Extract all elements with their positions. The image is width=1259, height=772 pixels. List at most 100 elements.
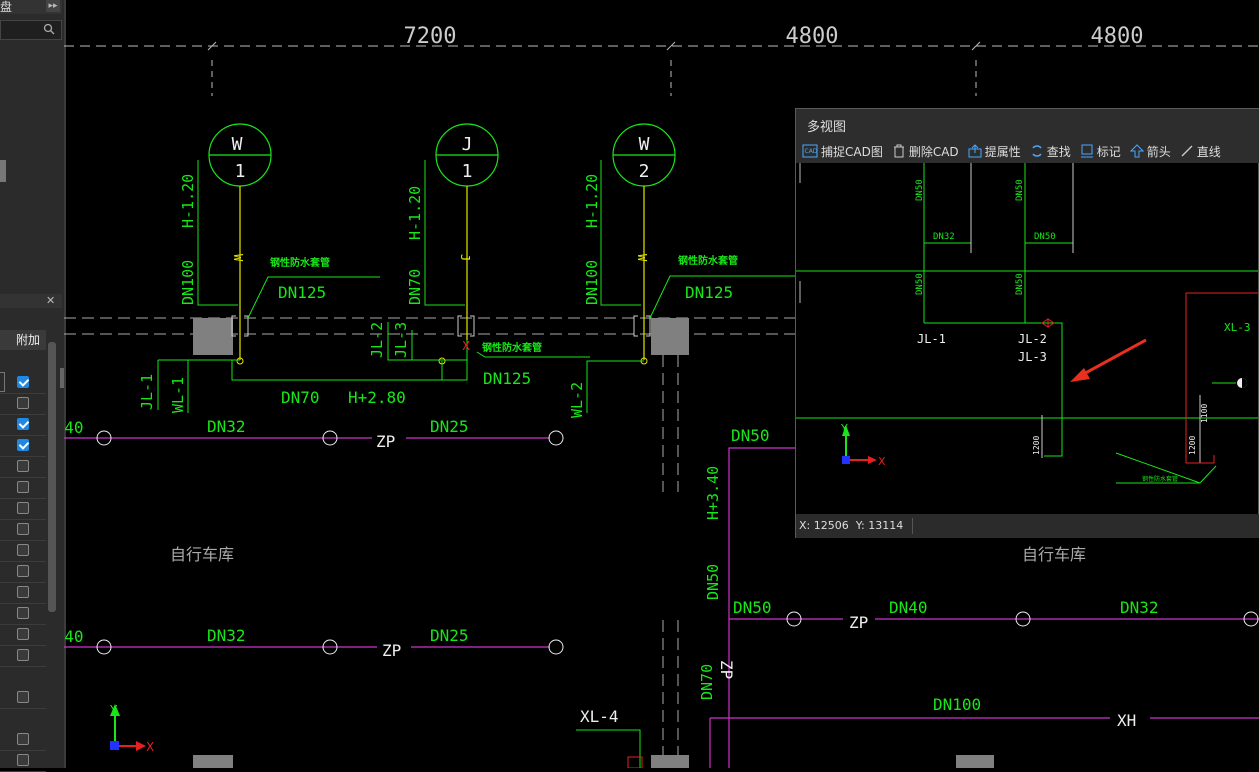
multiview-toolbar: CAD 捕捉CAD图 删除CAD 提属性 查找 标记 箭头 直线 — [796, 139, 1259, 163]
dimension-label: 1100 — [1200, 404, 1209, 423]
elevation-label: H-1.20 — [179, 174, 197, 228]
pipe-size-label: DN100 — [583, 260, 601, 305]
riser-label: JL-1 — [917, 332, 946, 346]
arrow-button[interactable]: 箭头 — [1129, 143, 1171, 160]
circle-label: W — [232, 134, 243, 155]
expand-icon[interactable]: ▸▸ — [46, 0, 60, 12]
riser-label: JL-3 — [392, 322, 410, 358]
pipe-size-label: DN100 — [933, 695, 981, 714]
dimension-label: 7200 — [404, 24, 457, 49]
pipe-type-label: ZP — [717, 660, 736, 679]
pipe-size-label: DN125 — [483, 369, 531, 388]
layer-checkbox[interactable] — [17, 439, 29, 451]
toolbar-label: 直线 — [1196, 144, 1221, 159]
pipe-size-label: DN50 — [1015, 273, 1025, 295]
layer-checkbox[interactable] — [17, 460, 29, 472]
find-button[interactable]: 查找 — [1030, 143, 1071, 160]
row-divider — [0, 603, 46, 604]
layer-checkbox[interactable] — [17, 481, 29, 493]
layer-checkbox[interactable] — [17, 418, 29, 430]
axis-y-label: Y — [840, 422, 848, 435]
pipe-size-label: DN25 — [430, 417, 469, 436]
sleeve-note: 钢性防水套管 — [270, 256, 330, 269]
multiview-window[interactable]: 多视图 CAD 捕捉CAD图 删除CAD 提属性 查找 标记 箭头 直线 DN5… — [795, 108, 1259, 538]
search-icon[interactable] — [43, 23, 55, 35]
status-separator — [912, 518, 913, 534]
delete-cad-button[interactable]: 删除CAD — [892, 143, 959, 160]
layer-checkbox[interactable] — [17, 544, 29, 556]
pipe-label: W — [635, 254, 649, 262]
coordinate-status: X: 12506 Y: 13114 — [796, 514, 1259, 538]
mark-icon — [1080, 144, 1093, 158]
row-divider — [0, 477, 46, 478]
room-label: 自行车库 — [1022, 545, 1086, 564]
layer-checkbox[interactable] — [17, 523, 29, 535]
layer-checkbox[interactable] — [17, 628, 29, 640]
pipe-size-label: DN50 — [1015, 179, 1025, 201]
layer-checkbox[interactable] — [17, 607, 29, 619]
pipe-size-label: DN125 — [278, 283, 326, 302]
row-divider — [0, 666, 46, 667]
layer-checkbox[interactable] — [17, 733, 29, 745]
row-divider — [0, 540, 46, 541]
ucs-icon: Y X — [840, 422, 886, 468]
ucs-icon: Y X — [109, 703, 154, 754]
close-icon[interactable]: ✕ — [46, 295, 55, 307]
dimension-label: 1200 — [1188, 436, 1197, 455]
pipe-type-label: ZP — [849, 613, 868, 632]
mark-button[interactable]: 标记 — [1080, 143, 1121, 160]
search-input[interactable] — [0, 20, 62, 40]
axis-x-label: X — [878, 455, 886, 468]
layer-checkbox[interactable] — [17, 502, 29, 514]
row-divider — [0, 708, 46, 709]
layer-checkbox[interactable] — [17, 376, 29, 388]
coord-y: Y: 13114 — [855, 519, 904, 532]
layer-checkbox[interactable] — [17, 565, 29, 577]
row-divider — [0, 582, 46, 583]
row-marker — [0, 372, 5, 392]
layer-checkbox[interactable] — [17, 649, 29, 661]
circle-label: 2 — [639, 161, 650, 182]
trash-icon — [893, 144, 904, 158]
row-divider — [0, 624, 46, 625]
extract-property-button[interactable]: 提属性 — [968, 143, 1021, 160]
layer-checkbox[interactable] — [17, 397, 29, 409]
column — [651, 318, 689, 355]
cad-icon: CAD — [802, 144, 818, 158]
row-divider — [0, 414, 46, 415]
pipe-size-label: DN100 — [179, 260, 197, 305]
axis-y-label: Y — [109, 703, 118, 717]
layer-checkbox[interactable] — [17, 586, 29, 598]
layer-checkbox[interactable] — [17, 754, 29, 766]
elevation-label: H+3.40 — [704, 466, 722, 520]
multiview-canvas[interactable]: DN50 DN50 DN50 DN50 DN32 DN50 JL-1 JL-2 … — [796, 163, 1258, 513]
riser-label: JL-1 — [138, 374, 156, 410]
line-button[interactable]: 直线 — [1180, 143, 1221, 160]
riser-label: JL-2 — [368, 322, 386, 358]
column — [651, 755, 689, 768]
room-label: 自行车库 — [170, 545, 234, 564]
toolbar-label: 标记 — [1096, 144, 1121, 159]
pipe-size-label: DN32 — [207, 417, 246, 436]
layer-checkbox[interactable] — [17, 691, 29, 703]
pipe-size-label: DN50 — [731, 426, 770, 445]
pipe-label: W — [231, 254, 245, 262]
pipe-size-label: DN70 — [281, 388, 320, 407]
toolbar-label: 提属性 — [984, 144, 1021, 159]
pipe-size-label: DN40 — [64, 418, 84, 437]
pipe-size-label: DN70 — [406, 269, 424, 305]
panel-scrollbar[interactable] — [48, 342, 56, 612]
column — [193, 318, 233, 355]
row-divider — [0, 435, 46, 436]
coord-x: X: 12506 — [799, 519, 849, 532]
pipe-size-label: DN125 — [685, 283, 733, 302]
riser-label: JL-3 — [1018, 350, 1047, 364]
circle-label: W — [639, 134, 650, 155]
dimension-label: 4800 — [1091, 24, 1144, 49]
elevation-label: H-1.20 — [583, 174, 601, 228]
capture-cad-button[interactable]: CAD 捕捉CAD图 — [802, 143, 883, 160]
toolbar-label: 捕捉CAD图 — [821, 144, 883, 159]
axis-x-label: X — [146, 740, 154, 754]
dimension-label: 1200 — [1032, 436, 1041, 455]
line-icon — [1181, 145, 1193, 157]
